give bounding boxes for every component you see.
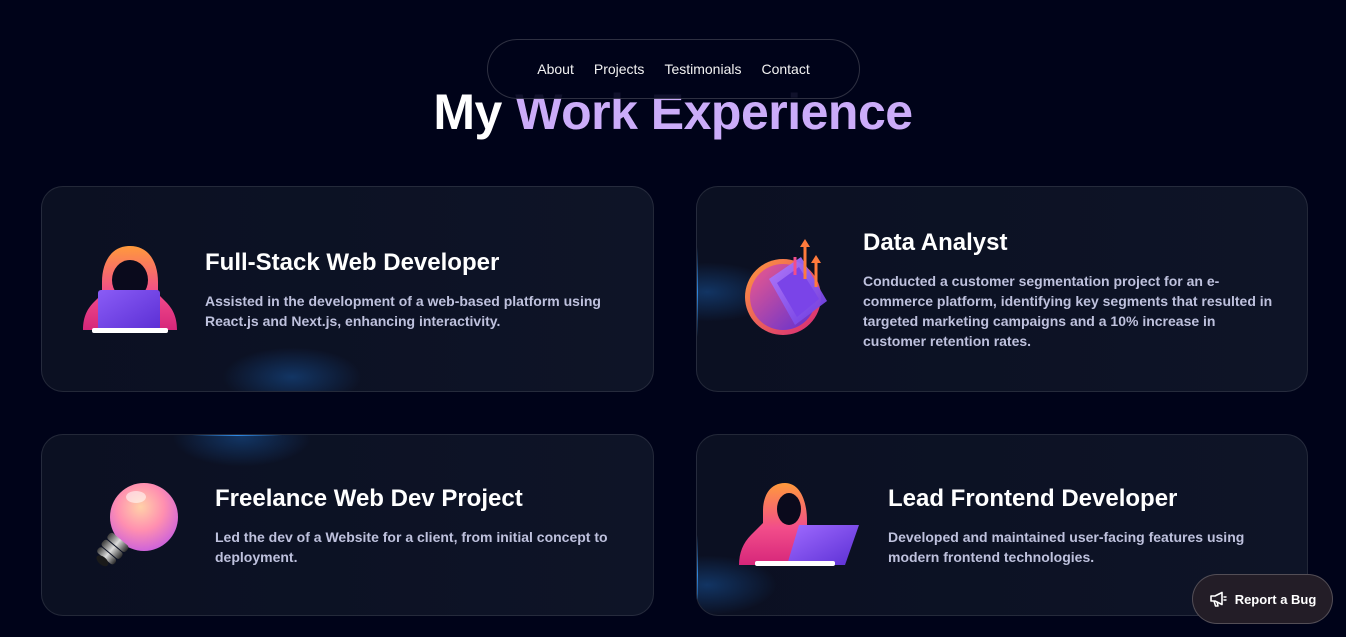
card-title: Freelance Web Dev Project [215,485,523,512]
card-glow [172,435,312,467]
experience-card[interactable]: Data Analyst Conducted a customer segmen… [696,186,1308,392]
nav-link-projects[interactable]: Projects [594,61,645,77]
card-glow-edge [697,247,698,337]
page: About Projects Testimonials Contact My W… [0,0,1346,637]
heading-prefix: My [433,84,502,140]
developer-laptop-icon [737,481,863,574]
nav-link-contact[interactable]: Contact [761,61,809,77]
card-glow-edge [192,435,282,436]
experience-card[interactable]: Freelance Web Dev Project Led the dev of… [41,434,654,616]
experience-card[interactable]: Full-Stack Web Developer Assisted in the… [41,186,654,392]
analytics-chart-icon [741,239,833,344]
hooded-developer-laptop-icon [80,242,180,339]
megaphone-icon [1209,591,1227,607]
card-description: Conducted a customer segmentation projec… [863,273,1273,349]
card-title: Data Analyst [863,229,1008,256]
card-description: Developed and maintained user-facing fea… [888,529,1245,565]
report-bug-button[interactable]: Report a Bug [1192,574,1333,624]
card-description: Assisted in the development of a web-bas… [205,293,601,329]
report-bug-label: Report a Bug [1234,591,1317,607]
nav-link-about[interactable]: About [537,61,574,77]
card-title: Full-Stack Web Developer [205,249,500,276]
card-glow-edge [252,391,352,392]
card-description: Led the dev of a Website for a client, f… [215,529,608,565]
card-glow-edge [697,535,698,615]
light-bulb-icon [90,481,182,576]
card-title: Lead Frontend Developer [888,485,1178,512]
card-glow [222,347,362,391]
floating-nav: About Projects Testimonials Contact [487,39,860,99]
nav-link-testimonials[interactable]: Testimonials [664,61,741,77]
